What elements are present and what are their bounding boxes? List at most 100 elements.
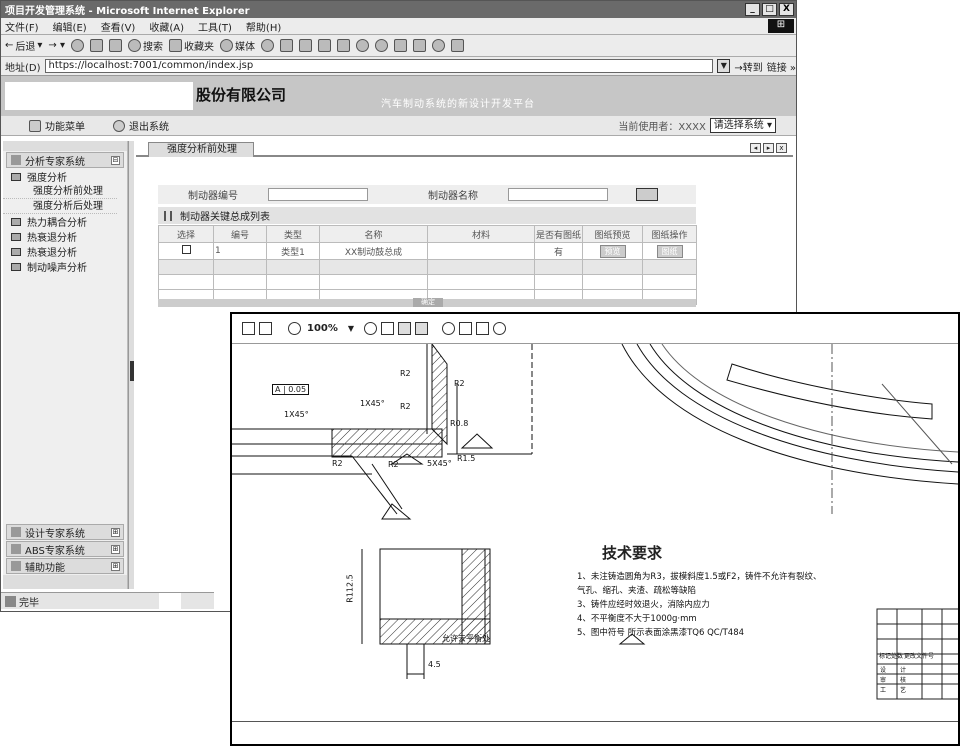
links-button[interactable]: 链接 »	[767, 59, 796, 74]
sidebar-splitter[interactable]	[128, 141, 134, 589]
home-icon[interactable]	[109, 39, 122, 52]
expand-icon[interactable]: ⊞	[111, 544, 120, 554]
tolerance-value: 0.05	[288, 385, 307, 394]
drawing-button[interactable]: 图纸	[656, 244, 683, 258]
sidebar-section-aux[interactable]: 辅助功能 ⊞	[6, 558, 124, 574]
sidebar-item-strength-pre[interactable]: 强度分析前处理	[3, 184, 117, 199]
sidebar: 分析专家系统 ⊟ 强度分析 强度分析前处理 强度分析后处理 热力耦合分析 热衰退…	[3, 141, 128, 589]
system-select[interactable]: 请选择系统 ▾	[709, 118, 776, 133]
sidebar-item-thermal-coupling[interactable]: 热力耦合分析	[3, 214, 127, 229]
tool-icon-1[interactable]	[394, 39, 407, 52]
page-icon[interactable]	[381, 322, 395, 335]
sidebar-section-abs[interactable]: ABS专家系统 ⊞	[6, 541, 124, 557]
sidebar-item-brake-noise[interactable]: 制动噪声分析	[3, 259, 127, 274]
messenger-icon[interactable]	[356, 39, 369, 52]
sidebar-item-strength-post[interactable]: 强度分析后处理	[3, 199, 117, 214]
tool-icon-4[interactable]	[451, 39, 464, 52]
name-label: 制动器名称	[428, 191, 478, 202]
back-button[interactable]: ← 后退 ▾	[5, 38, 42, 53]
close-button[interactable]: X	[779, 3, 794, 16]
chevron-down-icon[interactable]: ▼	[348, 324, 354, 333]
refresh-icon[interactable]	[90, 39, 103, 52]
zoom-out-icon[interactable]	[364, 322, 378, 335]
menu-help[interactable]: 帮助(H)	[246, 19, 281, 34]
tab-strength-pre[interactable]: 强度分析前处理	[148, 142, 254, 157]
label-r2-d: R2	[332, 459, 343, 468]
zoom-level[interactable]: 100%	[307, 323, 338, 334]
history-icon[interactable]	[261, 39, 274, 52]
open-icon[interactable]	[242, 322, 255, 335]
tolerance-frame: A | 0.05	[272, 384, 310, 395]
media-button[interactable]: 媒体	[220, 38, 255, 53]
menu-edit[interactable]: 编辑(E)	[53, 19, 87, 34]
tool-icon-2[interactable]	[413, 39, 426, 52]
name-input[interactable]	[508, 188, 608, 201]
favorites-button[interactable]: 收藏夹	[169, 38, 214, 53]
maximize-button[interactable]: □	[762, 3, 777, 16]
stop-icon[interactable]	[71, 39, 84, 52]
function-menu-link[interactable]: 功能菜单	[45, 118, 85, 133]
row-checkbox[interactable]	[181, 245, 191, 254]
windows-logo-icon: ⊞	[768, 19, 794, 33]
sidebar-section-analysis[interactable]: 分析专家系统 ⊟	[6, 152, 124, 168]
status-text: 完毕	[19, 597, 39, 609]
titleblock-change: 更改文件号	[904, 653, 935, 660]
menu-favorites[interactable]: 收藏(A)	[149, 19, 184, 34]
sidebar-item-label: 热衰退分析	[27, 248, 77, 259]
edit-icon[interactable]	[318, 39, 331, 52]
address-input[interactable]: https://localhost:7001/common/index.jsp	[44, 59, 714, 73]
sidebar-item-strength[interactable]: 强度分析	[3, 169, 127, 184]
chevron-down-icon[interactable]: ▼	[717, 59, 731, 73]
mail-icon[interactable]	[280, 39, 293, 52]
sidebar-item-thermal-fade-2[interactable]: 热衰退分析	[3, 244, 127, 259]
expand-icon[interactable]: ⊞	[111, 527, 120, 537]
print-icon[interactable]	[299, 39, 312, 52]
fit-width-icon[interactable]	[398, 322, 412, 335]
print-icon[interactable]	[259, 322, 272, 335]
tab-prev-icon[interactable]: ◂	[750, 143, 761, 153]
media-icon	[220, 39, 233, 52]
query-button[interactable]	[636, 188, 658, 201]
platform-title: 汽车制动系统的新设计开发平台	[381, 99, 535, 110]
system-select-value: 请选择系统	[713, 120, 764, 131]
current-user: 当前使用者：XXXX	[618, 122, 706, 133]
expand-icon[interactable]: ⊞	[111, 561, 120, 571]
tab-controls: ◂ ▸ x	[750, 143, 787, 153]
pan-hand-icon[interactable]	[442, 322, 456, 335]
search-button[interactable]: 搜索	[128, 38, 163, 53]
discuss-icon[interactable]	[337, 39, 350, 52]
preview-button[interactable]: 预览	[599, 244, 626, 258]
app-nav-bar: 功能菜单 退出系统 当前使用者：XXXX 请选择系统 ▾	[1, 116, 796, 136]
col-has-drawing: 是否有图纸	[534, 225, 583, 243]
tab-bar: 强度分析前处理 ◂ ▸ x	[136, 141, 793, 157]
menu-view[interactable]: 查看(V)	[101, 19, 136, 34]
menu-file[interactable]: 文件(F)	[5, 19, 39, 34]
titleblock-design: 设	[880, 667, 887, 674]
select-area-icon[interactable]	[459, 322, 473, 335]
tab-next-icon[interactable]: ▸	[763, 143, 774, 153]
folder-icon	[11, 172, 21, 181]
code-input[interactable]	[268, 188, 368, 201]
label-r1-5: R1.5	[457, 454, 476, 463]
minimize-button[interactable]: _	[745, 3, 760, 16]
collapse-icon[interactable]: ⊟	[111, 155, 120, 165]
viewer-status-divider	[232, 721, 958, 722]
sidebar-section-design[interactable]: 设计专家系统 ⊞	[6, 524, 124, 540]
go-button[interactable]: →转到	[734, 59, 762, 74]
forward-button[interactable]: → ▾	[48, 40, 65, 51]
splitter-arrow-icon[interactable]	[130, 361, 134, 381]
pencil-icon[interactable]	[476, 322, 490, 335]
tool-icon-3[interactable]	[432, 39, 445, 52]
cad-drawing[interactable]: R2 R2 R2 R2 R2 A | 0.05 1X45° 1X45° 5X45…	[232, 344, 958, 744]
menu-tools[interactable]: 工具(T)	[198, 19, 232, 34]
window-title: 项目开发管理系统 - Microsoft Internet Explorer	[5, 6, 250, 17]
research-icon[interactable]	[375, 39, 388, 52]
logout-link[interactable]: 退出系统	[129, 118, 169, 133]
confirm-button[interactable]: 确定	[413, 298, 443, 307]
company-name: 股份有限公司	[196, 86, 287, 104]
fit-page-icon[interactable]	[415, 322, 429, 335]
help-icon[interactable]	[493, 322, 507, 335]
sidebar-item-thermal-fade-1[interactable]: 热衰退分析	[3, 229, 127, 244]
zoom-in-icon[interactable]	[288, 322, 301, 335]
tab-close-icon[interactable]: x	[776, 143, 787, 153]
